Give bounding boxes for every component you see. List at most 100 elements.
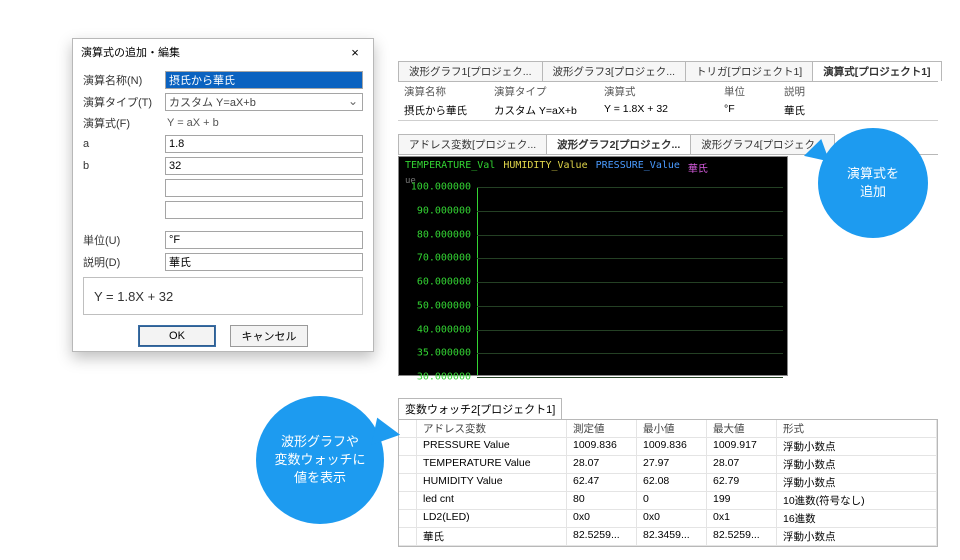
top-tab[interactable]: 波形グラフ3[プロジェク... bbox=[542, 61, 687, 81]
label-unit: 単位(U) bbox=[83, 232, 159, 248]
calc-h-name: 演算名称 bbox=[398, 82, 488, 101]
watch-cell-name: TEMPERATURE Value bbox=[417, 456, 567, 473]
watch-cell bbox=[399, 510, 417, 527]
watch-h-max: 最大値 bbox=[707, 420, 777, 437]
watch-cell-name: led cnt bbox=[417, 492, 567, 509]
calc-r-desc: 華氏 bbox=[778, 101, 938, 120]
graph-y-axis bbox=[477, 187, 478, 375]
y-tick-label: 60.000000 bbox=[417, 277, 471, 288]
calc-r-formula: Y = 1.8X + 32 bbox=[598, 101, 718, 120]
watch-cell-min: 0 bbox=[637, 492, 707, 509]
formula-edit-dialog: 演算式の追加・編集 × 演算名称(N) 演算タイプ(T) カスタム Y=aX+b… bbox=[72, 38, 374, 352]
watch-cell-name: PRESSURE Value bbox=[417, 438, 567, 455]
grid-hline bbox=[477, 306, 783, 307]
y-tick-label: 100.000000 bbox=[411, 182, 471, 193]
calc-h-type: 演算タイプ bbox=[488, 82, 598, 101]
watch-row[interactable]: TEMPERATURE Value28.0727.9728.07浮動小数点 bbox=[399, 456, 937, 474]
grid-hline bbox=[477, 282, 783, 283]
watch-h-min: 最小値 bbox=[637, 420, 707, 437]
formula-text: Y = aX + b bbox=[165, 117, 219, 129]
watch-cell-max: 1009.917 bbox=[707, 438, 777, 455]
top-tab[interactable]: 演算式[プロジェクト1] bbox=[812, 61, 941, 81]
watch-cell-max: 82.5259... bbox=[707, 528, 777, 545]
y-tick-label: 70.000000 bbox=[417, 253, 471, 264]
close-icon[interactable]: × bbox=[343, 43, 367, 61]
grid-hline bbox=[477, 377, 783, 378]
watch-row[interactable]: led cnt80019910進数(符号なし) bbox=[399, 492, 937, 510]
watch-cell-min: 1009.836 bbox=[637, 438, 707, 455]
watch-cell-fmt: 16進数 bbox=[777, 510, 937, 527]
y-tick-label: 50.000000 bbox=[417, 300, 471, 311]
mid-tab[interactable]: 波形グラフ2[プロジェク... bbox=[546, 134, 691, 154]
watch-cell bbox=[399, 492, 417, 509]
callout-show-values: 波形グラフや変数ウォッチに値を表示 bbox=[256, 396, 384, 524]
desc-input[interactable] bbox=[165, 253, 363, 271]
top-tab-area: 波形グラフ1[プロジェク...波形グラフ3[プロジェク...トリガ[プロジェクト… bbox=[398, 62, 938, 121]
legend-humidity: HUMIDITY_Value bbox=[503, 160, 587, 175]
calc-table: 演算名称 演算タイプ 演算式 単位 説明 摂氏から華氏 カスタム Y=aX+b … bbox=[398, 82, 938, 121]
calc-h-formula: 演算式 bbox=[598, 82, 718, 101]
grid-hline bbox=[477, 353, 783, 354]
watch-h-val: 測定値 bbox=[567, 420, 637, 437]
watch-table: アドレス変数 測定値 最小値 最大値 形式 PRESSURE Value1009… bbox=[398, 419, 938, 547]
blank-input-2[interactable] bbox=[165, 201, 363, 219]
label-name: 演算名称(N) bbox=[83, 72, 159, 88]
watch-row[interactable]: LD2(LED)0x00x00x116進数 bbox=[399, 510, 937, 528]
watch-cell-val: 82.5259... bbox=[567, 528, 637, 545]
watch-cell-max: 199 bbox=[707, 492, 777, 509]
mid-tab[interactable]: アドレス変数[プロジェク... bbox=[398, 134, 547, 154]
type-select[interactable]: カスタム Y=aX+b bbox=[165, 93, 363, 111]
watch-cell bbox=[399, 456, 417, 473]
y-tick-label: 90.000000 bbox=[417, 205, 471, 216]
calc-h-unit: 単位 bbox=[718, 82, 778, 101]
watch-cell-fmt: 浮動小数点 bbox=[777, 456, 937, 473]
top-tab[interactable]: 波形グラフ1[プロジェク... bbox=[398, 61, 543, 81]
watch-title: 変数ウォッチ2[プロジェクト1] bbox=[398, 398, 562, 419]
calc-table-header: 演算名称 演算タイプ 演算式 単位 説明 bbox=[398, 82, 938, 101]
top-tab[interactable]: トリガ[プロジェクト1] bbox=[685, 61, 813, 81]
top-tab-strip: 波形グラフ1[プロジェク...波形グラフ3[プロジェク...トリガ[プロジェクト… bbox=[398, 62, 938, 82]
y-tick-label: 30.000000 bbox=[417, 372, 471, 383]
a-input[interactable] bbox=[165, 135, 363, 153]
blank-input-1[interactable] bbox=[165, 179, 363, 197]
callout-add-formula: 演算式を追加 bbox=[818, 128, 928, 238]
watch-cell-min: 82.3459... bbox=[637, 528, 707, 545]
type-select-value: カスタム Y=aX+b bbox=[169, 94, 256, 110]
watch-cell bbox=[399, 474, 417, 491]
watch-h-var: アドレス変数 bbox=[417, 420, 567, 437]
unit-input[interactable] bbox=[165, 231, 363, 249]
waveform-graph[interactable]: TEMPERATURE_Val HUMIDITY_Value PRESSURE_… bbox=[398, 156, 788, 376]
watch-cell-val: 1009.836 bbox=[567, 438, 637, 455]
watch-row[interactable]: HUMIDITY Value62.4762.0862.79浮動小数点 bbox=[399, 474, 937, 492]
watch-row[interactable]: PRESSURE Value1009.8361009.8361009.917浮動… bbox=[399, 438, 937, 456]
dialog-titlebar: 演算式の追加・編集 × bbox=[73, 39, 373, 63]
b-input[interactable] bbox=[165, 157, 363, 175]
watch-row[interactable]: 華氏82.5259...82.3459...82.5259...浮動小数点 bbox=[399, 528, 937, 546]
calc-h-desc: 説明 bbox=[778, 82, 938, 101]
graph-gridlines bbox=[477, 187, 783, 375]
cancel-button[interactable]: キャンセル bbox=[230, 325, 308, 347]
watch-cell-fmt: 浮動小数点 bbox=[777, 528, 937, 545]
ok-button[interactable]: OK bbox=[138, 325, 216, 347]
grid-hline bbox=[477, 258, 783, 259]
watch-cell-val: 0x0 bbox=[567, 510, 637, 527]
watch-cell-min: 0x0 bbox=[637, 510, 707, 527]
watch-cell bbox=[399, 438, 417, 455]
legend-pressure: PRESSURE_Value bbox=[596, 160, 680, 175]
y-tick-label: 80.000000 bbox=[417, 229, 471, 240]
graph-legend: TEMPERATURE_Val HUMIDITY_Value PRESSURE_… bbox=[399, 157, 787, 178]
watch-cell-name: 華氏 bbox=[417, 528, 567, 545]
grid-hline bbox=[477, 211, 783, 212]
watch-cell-name: HUMIDITY Value bbox=[417, 474, 567, 491]
watch-cell-name: LD2(LED) bbox=[417, 510, 567, 527]
name-input[interactable] bbox=[165, 71, 363, 89]
watch-cell-val: 28.07 bbox=[567, 456, 637, 473]
label-formula: 演算式(F) bbox=[83, 115, 159, 131]
formula-preview: Y = 1.8X + 32 bbox=[83, 277, 363, 315]
label-b: b bbox=[83, 160, 159, 172]
calc-table-row[interactable]: 摂氏から華氏 カスタム Y=aX+b Y = 1.8X + 32 °F 華氏 bbox=[398, 101, 938, 120]
watch-header-row: アドレス変数 測定値 最小値 最大値 形式 bbox=[399, 420, 937, 438]
legend-fahrenheit: 華氏 bbox=[688, 160, 708, 175]
calc-r-type: カスタム Y=aX+b bbox=[488, 101, 598, 120]
watch-h-fmt: 形式 bbox=[777, 420, 937, 437]
